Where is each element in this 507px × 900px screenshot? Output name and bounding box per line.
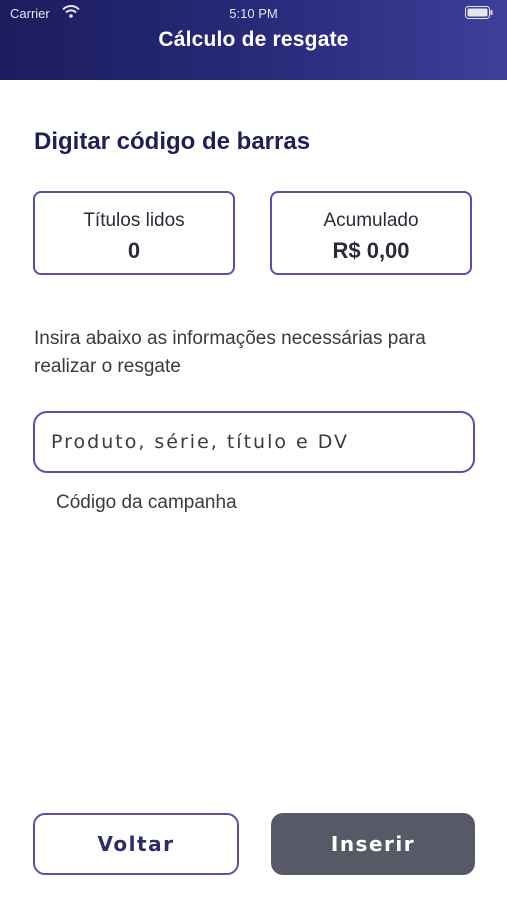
read-titles-label: Títulos lidos — [83, 210, 185, 231]
read-titles-card: Títulos lidos 0 — [33, 191, 235, 275]
page-title: Cálculo de resgate — [158, 28, 349, 51]
campaign-code-label[interactable]: Código da campanha — [56, 492, 237, 514]
read-titles-value: 0 — [127, 238, 141, 263]
section-title: Digitar código de barras — [34, 128, 311, 155]
battery-icon — [465, 6, 493, 22]
accumulated-label: Acumulado — [323, 210, 419, 231]
insert-button[interactable]: Inserir — [271, 813, 475, 875]
app-header: Carrier 5:10 PM Cálculo de resgate — [0, 0, 507, 80]
barcode-input[interactable] — [33, 411, 475, 473]
back-button[interactable]: Voltar — [33, 813, 239, 875]
accumulated-card: Acumulado R$ 0,00 — [270, 191, 472, 275]
instructions-text: Insira abaixo as informações necessárias… — [34, 328, 426, 377]
status-time: 5:10 PM — [229, 6, 278, 21]
accumulated-value: R$ 0,00 — [332, 238, 410, 263]
status-bar: Carrier 5:10 PM — [0, 0, 507, 26]
